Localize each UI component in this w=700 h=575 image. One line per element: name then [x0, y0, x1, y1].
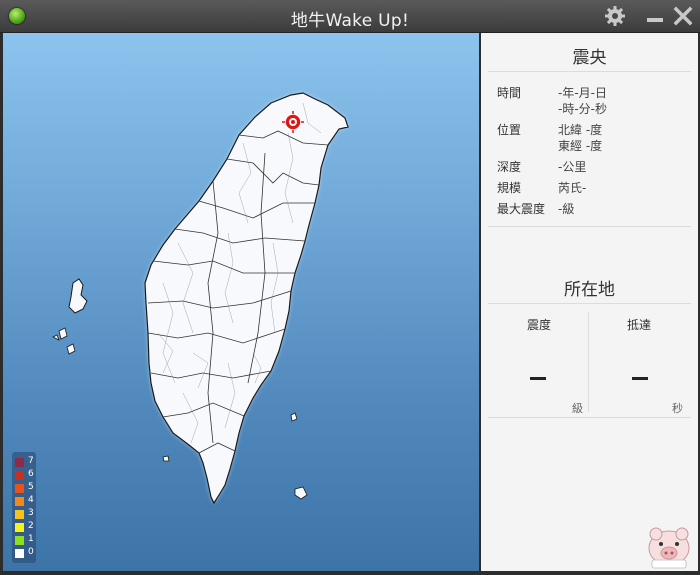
legend-swatch	[15, 497, 24, 506]
local-intensity-label: 震度	[526, 318, 551, 332]
close-icon	[673, 6, 693, 26]
minimize-button[interactable]	[643, 4, 667, 28]
time-label: 時間	[497, 86, 522, 100]
info-panel: 震央 時間 -年-月-日 -時-分-秒 位置 北緯 -度 東經 -度 深度 -公…	[481, 33, 698, 571]
legend-level: 2	[28, 521, 34, 531]
divider	[488, 226, 691, 227]
app-title: 地牛Wake Up!	[290, 11, 410, 31]
app-window: 地牛Wake Up! 7 6 5 4 3 2 1 0 震央 時間 -年-月-日 …	[0, 0, 700, 575]
arrival-unit: 秒	[672, 402, 683, 415]
legend-level: 7	[28, 456, 34, 466]
legend-level: 6	[28, 469, 34, 479]
settings-button[interactable]	[603, 4, 627, 28]
location-label: 位置	[497, 123, 522, 137]
legend-item-0: 0	[15, 547, 35, 559]
max-intensity-label: 最大震度	[497, 202, 546, 216]
local-title: 所在地	[564, 280, 615, 300]
latitude-value: 北緯 -度	[558, 123, 603, 137]
legend-swatch	[15, 510, 24, 519]
legend-swatch	[15, 484, 24, 493]
legend-swatch	[15, 458, 24, 467]
date-value: -年-月-日	[558, 86, 607, 100]
legend-item-4: 4	[15, 495, 35, 507]
legend-swatch	[15, 523, 24, 532]
magnitude-label: 規模	[497, 181, 522, 195]
intensity-unit: 級	[572, 402, 583, 415]
intensity-legend: 7 6 5 4 3 2 1 0	[12, 452, 36, 563]
gear-icon	[605, 6, 625, 26]
legend-item-6: 6	[15, 469, 35, 481]
legend-swatch	[15, 549, 24, 558]
legend-swatch	[15, 536, 24, 545]
legend-level: 0	[28, 547, 34, 557]
magnitude-value: 芮氏-	[558, 181, 587, 195]
arrival-label: 抵達	[626, 318, 651, 332]
divider	[488, 417, 691, 418]
column-divider	[588, 312, 589, 412]
legend-item-2: 2	[15, 521, 35, 533]
minimize-icon	[647, 18, 663, 22]
divider	[488, 71, 691, 72]
legend-level: 5	[28, 482, 34, 492]
mascot-logo	[648, 527, 690, 569]
green-island	[290, 412, 298, 422]
local-intensity-value	[530, 377, 546, 380]
penghu-islands	[68, 278, 88, 314]
longitude-value: 東經 -度	[558, 139, 603, 153]
time-value: -時-分-秒	[558, 102, 607, 116]
divider	[488, 303, 691, 304]
depth-label: 深度	[497, 160, 522, 174]
orchid-island	[294, 486, 308, 500]
depth-value: -公里	[558, 160, 587, 174]
legend-swatch	[15, 471, 24, 480]
legend-level: 1	[28, 534, 34, 544]
taiwan-map[interactable]: 7 6 5 4 3 2 1 0	[3, 33, 479, 571]
taiwan-island-map	[52, 92, 349, 505]
legend-item-1: 1	[15, 534, 35, 546]
legend-item-7: 7	[15, 456, 35, 468]
taiwan-outline	[144, 92, 349, 505]
legend-item-3: 3	[15, 508, 35, 520]
epicenter-title: 震央	[572, 48, 607, 68]
legend-item-5: 5	[15, 482, 35, 494]
title-bar[interactable]: 地牛Wake Up!	[0, 0, 700, 33]
max-intensity-value: -級	[558, 202, 575, 216]
close-button[interactable]	[671, 4, 695, 28]
legend-level: 4	[28, 495, 34, 505]
legend-level: 3	[28, 508, 34, 518]
arrival-seconds-value	[632, 377, 648, 380]
